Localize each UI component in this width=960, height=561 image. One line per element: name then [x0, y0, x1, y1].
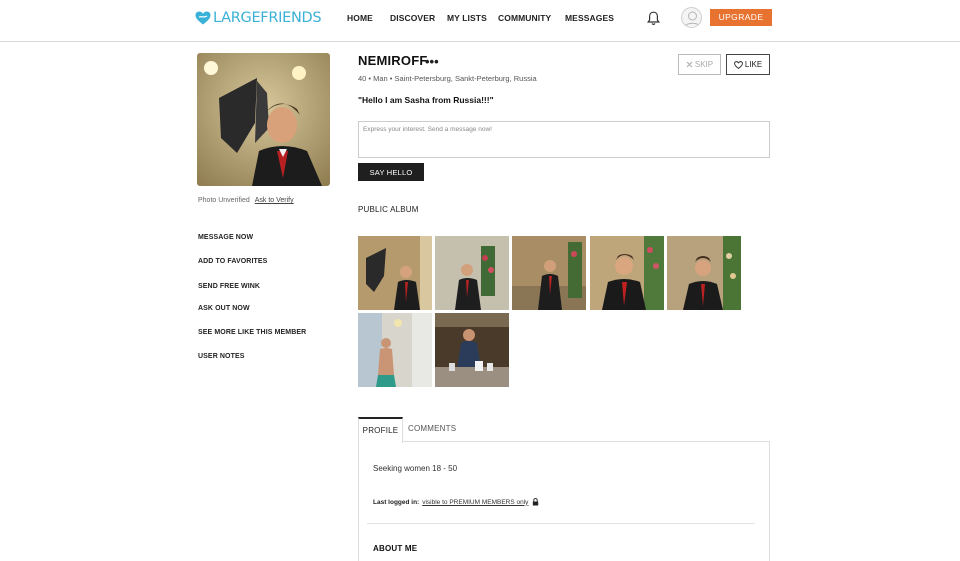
premium-members-link[interactable]: visible to PREMIUM MEMBERS only	[422, 499, 528, 506]
about-me-heading: ABOUT ME	[373, 544, 418, 553]
ask-to-verify-link[interactable]: Ask to Verify	[255, 197, 294, 204]
top-header: LARGEFRIENDS HOME DISCOVER MY LISTS COMM…	[0, 0, 960, 42]
album-photo[interactable]	[667, 236, 741, 310]
album-photo[interactable]	[358, 313, 432, 387]
heart-logo-icon	[195, 11, 211, 25]
like-button[interactable]: LIKE	[726, 54, 770, 75]
album-photo[interactable]	[435, 236, 509, 310]
profile-name: NEMIROFF	[358, 53, 428, 68]
profile-tabs: PROFILE COMMENTS	[358, 417, 770, 443]
album-photo-image	[512, 236, 586, 310]
say-hello-button[interactable]: SAY HELLO	[358, 163, 424, 181]
album-title: PUBLIC ALBUM	[358, 205, 419, 214]
more-options-icon[interactable]: •••	[425, 54, 439, 69]
album-photo-image	[435, 313, 509, 387]
upgrade-button[interactable]: UPGRADE	[710, 9, 772, 26]
album-photo-image	[435, 236, 509, 310]
bell-icon[interactable]	[647, 11, 660, 26]
skip-label: SKIP	[694, 60, 714, 69]
seeking-text: Seeking women 18 - 50	[373, 464, 458, 473]
tab-comments[interactable]: COMMENTS	[408, 417, 456, 442]
message-now-link[interactable]: MESSAGE NOW	[198, 234, 253, 241]
message-input[interactable]	[358, 121, 770, 158]
album-photo-image	[358, 236, 432, 310]
nav-community[interactable]: COMMUNITY	[498, 13, 565, 23]
profile-meta: 40 • Man • Saint-Petersburg, Sankt-Peter…	[358, 74, 537, 83]
nav-discover[interactable]: DISCOVER	[390, 13, 447, 23]
nav-messages[interactable]: MESSAGES	[565, 13, 614, 23]
see-more-like-this-link[interactable]: SEE MORE LIKE THIS MEMBER	[198, 329, 306, 336]
skip-button[interactable]: SKIP	[678, 54, 721, 75]
main-nav: HOME DISCOVER MY LISTS COMMUNITY MESSAGE…	[347, 13, 614, 23]
site-logo[interactable]: LARGEFRIENDS	[195, 10, 322, 26]
send-free-wink-link[interactable]: SEND FREE WINK	[198, 283, 260, 290]
album-photo[interactable]	[358, 236, 432, 310]
profile-panel: Seeking women 18 - 50 Last logged in: vi…	[358, 441, 770, 561]
album-photo[interactable]	[590, 236, 664, 310]
like-label: LIKE	[744, 60, 763, 69]
album-photo[interactable]	[435, 313, 509, 387]
avatar-placeholder-icon	[684, 11, 701, 27]
album-photo-image	[667, 236, 741, 310]
profile-photo-image	[197, 53, 330, 186]
close-icon	[686, 61, 693, 68]
profile-main-photo[interactable]	[197, 53, 330, 186]
user-avatar[interactable]	[681, 7, 702, 28]
lock-icon	[533, 498, 539, 506]
heart-icon	[733, 60, 743, 69]
album-photo-image	[590, 236, 664, 310]
last-logged-in: Last logged in: visible to PREMIUM MEMBE…	[373, 498, 539, 506]
photo-verification: Photo Unverified Ask to Verify	[198, 197, 294, 204]
nav-home[interactable]: HOME	[347, 13, 390, 23]
user-notes-link[interactable]: USER NOTES	[198, 353, 245, 360]
section-divider	[367, 523, 755, 524]
photo-status-text: Photo Unverified	[198, 197, 250, 204]
album-photo[interactable]	[512, 236, 586, 310]
album-photo-image	[358, 313, 432, 387]
nav-my-lists[interactable]: MY LISTS	[447, 13, 498, 23]
add-to-favorites-link[interactable]: ADD TO FAVORITES	[198, 258, 267, 265]
last-logged-label: Last logged in:	[373, 498, 420, 506]
logo-text: LARGEFRIENDS	[213, 10, 322, 26]
ask-out-now-link[interactable]: ASK OUT NOW	[198, 305, 250, 312]
tab-profile[interactable]: PROFILE	[358, 417, 403, 443]
profile-headline: "Hello I am Sasha from Russia!!!"	[358, 95, 494, 105]
